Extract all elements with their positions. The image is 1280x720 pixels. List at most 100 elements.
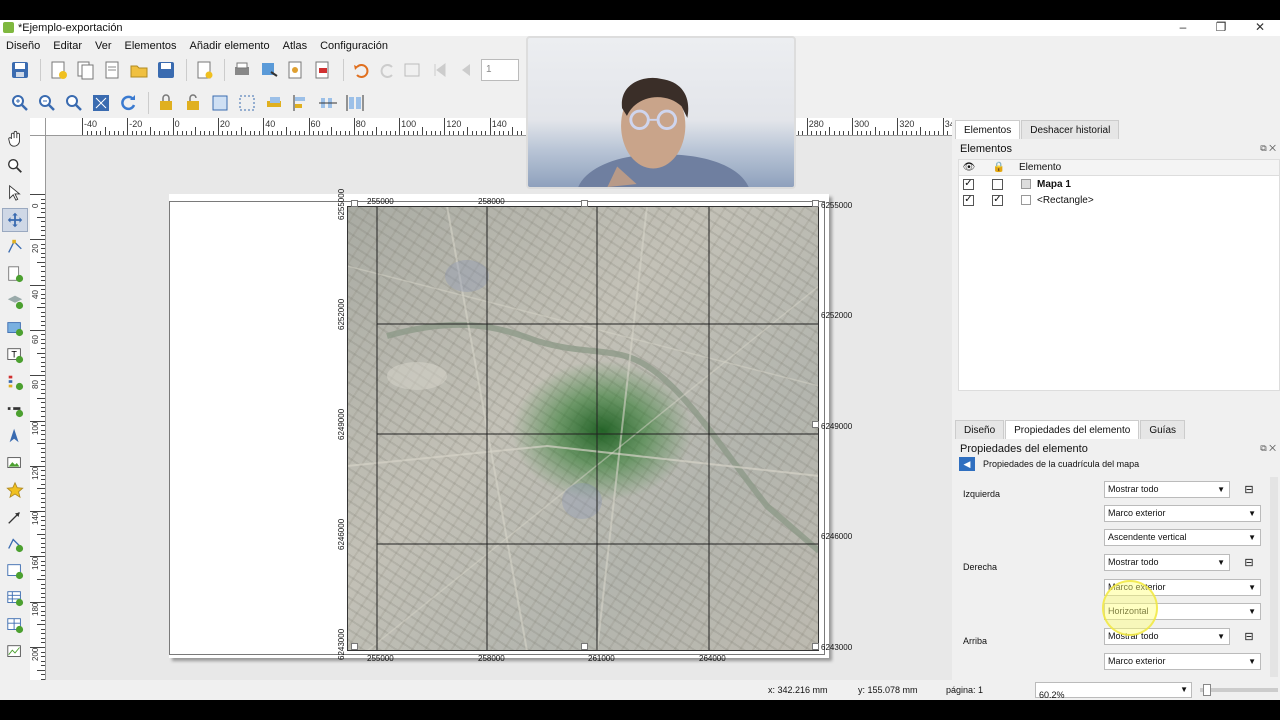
add-legend-icon[interactable]: [2, 370, 28, 394]
select-tool-icon[interactable]: [2, 181, 28, 205]
zoom-tool-icon[interactable]: [2, 154, 28, 178]
add-polyline-icon[interactable]: [2, 532, 28, 556]
element-row[interactable]: ✓ ✓ <Rectangle>: [959, 192, 1279, 208]
arriba-position-select[interactable]: Marco exterior ▼: [1104, 653, 1261, 670]
add-map-icon[interactable]: [2, 316, 28, 340]
add-html-icon[interactable]: [2, 559, 28, 583]
selection-handle[interactable]: [812, 421, 819, 428]
edit-nodes-icon[interactable]: [2, 235, 28, 259]
selection-handle[interactable]: [812, 643, 819, 650]
atlas-preview-icon[interactable]: [400, 58, 424, 82]
pan-icon[interactable]: [2, 127, 28, 151]
visible-checkbox[interactable]: ✓: [963, 178, 974, 190]
add-scalebar-icon[interactable]: [2, 397, 28, 421]
align-left-icon[interactable]: [289, 91, 313, 115]
layout-canvas[interactable]: 255000 258000 255000 258000 261000 26400…: [46, 136, 952, 681]
ruler-tick: [367, 131, 369, 135]
menu-configuracion[interactable]: Configuración: [314, 40, 395, 52]
properties-scrollbar[interactable]: [1270, 477, 1278, 677]
resize-icon[interactable]: [343, 91, 367, 115]
menu-editar[interactable]: Editar: [47, 40, 89, 52]
selection-handle[interactable]: [812, 200, 819, 207]
lock-items-icon[interactable]: [154, 91, 178, 115]
add-fixed-table-icon[interactable]: [2, 613, 28, 637]
previous-feature-icon[interactable]: [454, 58, 478, 82]
menu-ver[interactable]: Ver: [89, 40, 119, 52]
add-attribute-table-icon[interactable]: [2, 586, 28, 610]
maximize-button[interactable]: ❐: [1201, 20, 1241, 36]
menu-anadir-elemento[interactable]: Añadir elemento: [184, 40, 277, 52]
selection-handle[interactable]: [351, 643, 358, 650]
lock-checkbox[interactable]: [992, 178, 1003, 190]
zoom-out-icon[interactable]: [35, 91, 59, 115]
tab-deshacer-historial[interactable]: Deshacer historial: [1021, 120, 1120, 139]
open-folder-icon[interactable]: [127, 58, 151, 82]
map-item[interactable]: [347, 206, 819, 651]
lock-checkbox[interactable]: ✓: [992, 194, 1003, 206]
distribute-icon[interactable]: [316, 91, 340, 115]
zoom-slider-handle[interactable]: [1203, 684, 1211, 696]
zoom-slider[interactable]: [1200, 688, 1278, 692]
ungroup-items-icon[interactable]: [235, 91, 259, 115]
selection-handle[interactable]: [581, 200, 588, 207]
menu-diseno[interactable]: Diseño: [0, 40, 47, 52]
refresh-icon[interactable]: [116, 91, 140, 115]
add-elevation-profile-icon[interactable]: [2, 640, 28, 664]
panel-float-close-icon[interactable]: ⧉ ✕: [1260, 143, 1276, 154]
add-picture-icon[interactable]: [2, 451, 28, 475]
zoom-actual-icon[interactable]: [62, 91, 86, 115]
save-as-template-icon[interactable]: [154, 58, 178, 82]
layout-manager-icon[interactable]: [100, 58, 124, 82]
tab-elementos[interactable]: Elementos: [955, 120, 1021, 139]
menu-atlas[interactable]: Atlas: [277, 40, 314, 52]
zoom-full-icon[interactable]: [89, 91, 113, 115]
tab-propiedades-elemento[interactable]: Propiedades del elemento: [1005, 420, 1140, 439]
zoom-in-icon[interactable]: [8, 91, 32, 115]
data-defined-icon[interactable]: ⊟: [1239, 554, 1259, 571]
visible-checkbox[interactable]: ✓: [963, 194, 974, 206]
izquierda-position-select[interactable]: Marco exterior ▼: [1104, 505, 1261, 522]
panel-float-close-icon[interactable]: ⧉ ✕: [1260, 443, 1276, 454]
ruler-tick-label: 340: [944, 119, 952, 129]
tab-diseno[interactable]: Diseño: [955, 420, 1005, 439]
atlas-page-input[interactable]: 1: [481, 59, 519, 81]
element-row[interactable]: ✓ Mapa 1: [959, 176, 1279, 192]
menu-elementos[interactable]: Elementos: [119, 40, 184, 52]
save-icon[interactable]: [8, 58, 32, 82]
close-button[interactable]: ✕: [1240, 20, 1280, 36]
raise-items-icon[interactable]: [262, 91, 286, 115]
new-page-icon[interactable]: [192, 58, 216, 82]
print-icon[interactable]: [230, 58, 254, 82]
export-image-icon[interactable]: [257, 58, 281, 82]
tab-guias[interactable]: Guías: [1140, 420, 1186, 439]
add-north-arrow-icon[interactable]: [2, 424, 28, 448]
unlock-items-icon[interactable]: [181, 91, 205, 115]
group-items-icon[interactable]: [208, 91, 232, 115]
add-page-icon[interactable]: [2, 262, 28, 286]
data-defined-icon[interactable]: ⊟: [1239, 628, 1259, 645]
duplicate-layout-icon[interactable]: [73, 58, 97, 82]
ruler-tick-label: 160: [31, 557, 40, 571]
layout-page[interactable]: 255000 258000 255000 258000 261000 26400…: [169, 189, 852, 663]
add-arrow-icon[interactable]: [2, 505, 28, 529]
minimize-button[interactable]: –: [1163, 20, 1203, 36]
selection-handle[interactable]: [351, 200, 358, 207]
export-pdf-icon[interactable]: [311, 58, 335, 82]
data-defined-icon[interactable]: ⊟: [1239, 481, 1259, 498]
back-arrow-icon[interactable]: ◀: [959, 457, 975, 471]
derecha-display-select[interactable]: Mostrar todo ▼: [1104, 554, 1230, 571]
new-layout-icon[interactable]: [46, 58, 70, 82]
ruler-tick: [41, 338, 45, 340]
add-label-icon[interactable]: T: [2, 343, 28, 367]
izquierda-direction-select[interactable]: Ascendente vertical ▼: [1104, 529, 1261, 546]
add-3d-map-icon[interactable]: [2, 289, 28, 313]
selection-handle[interactable]: [581, 643, 588, 650]
move-content-icon[interactable]: [2, 208, 28, 232]
redo-icon[interactable]: [376, 58, 400, 82]
izquierda-display-select[interactable]: Mostrar todo ▼: [1104, 481, 1230, 498]
export-svg-icon[interactable]: [284, 58, 308, 82]
zoom-combo[interactable]: 60.2% ▼: [1035, 682, 1192, 700]
first-feature-icon[interactable]: [427, 58, 451, 82]
undo-icon[interactable]: [349, 58, 373, 82]
add-marker-icon[interactable]: [2, 478, 28, 502]
